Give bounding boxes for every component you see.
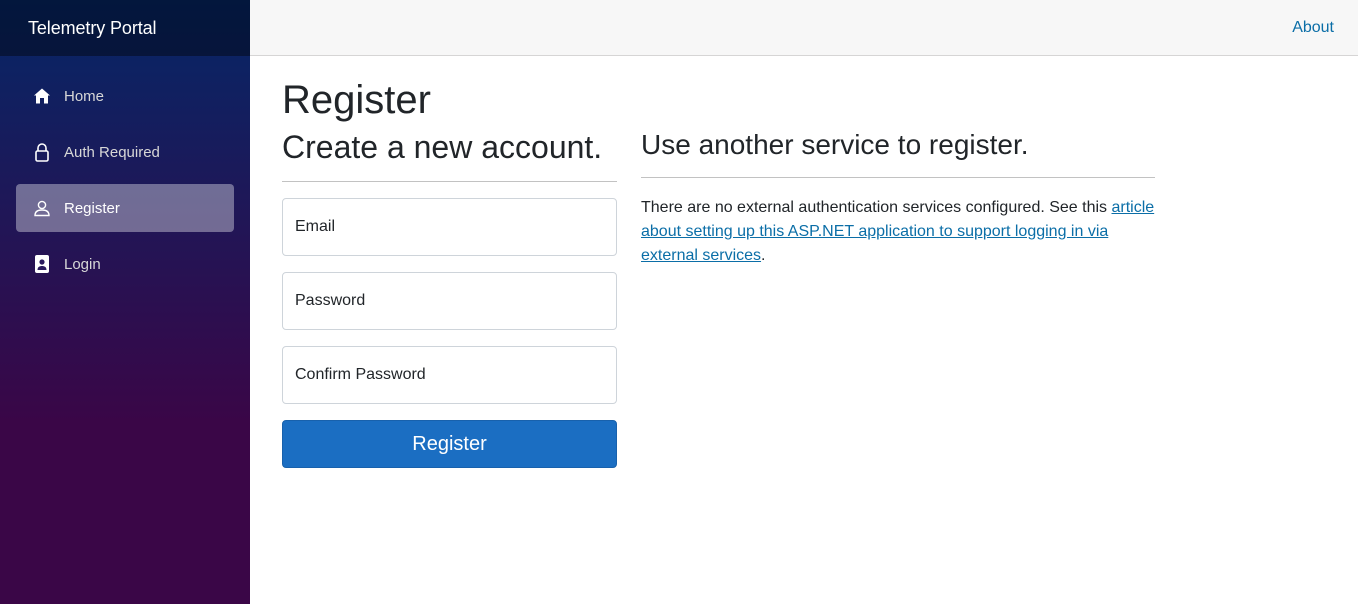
main-content: Register Create a new account. Email Pas… bbox=[282, 56, 1342, 604]
app-brand[interactable]: Telemetry Portal bbox=[28, 18, 157, 39]
confirm-password-label: Confirm Password bbox=[295, 366, 426, 384]
external-text-before: There are no external authentication ser… bbox=[641, 198, 1112, 216]
register-button[interactable]: Register bbox=[282, 420, 617, 469]
sidebar: Telemetry Portal Home Auth Required Regi… bbox=[0, 0, 250, 604]
confirm-password-field[interactable]: Confirm Password bbox=[282, 346, 617, 405]
sidebar-item-label: Home bbox=[64, 87, 105, 105]
password-label: Password bbox=[295, 292, 366, 310]
divider bbox=[641, 176, 1155, 178]
person-icon bbox=[32, 198, 52, 218]
create-account-heading: Create a new account. bbox=[282, 129, 603, 165]
sidebar-item-label: Login bbox=[64, 255, 101, 273]
sidebar-item-login[interactable]: Login bbox=[16, 240, 234, 288]
about-link[interactable]: About bbox=[1292, 19, 1334, 37]
external-auth-message: There are no external authentication ser… bbox=[641, 196, 1155, 268]
brand-bar: Telemetry Portal bbox=[0, 0, 250, 56]
sidebar-item-home[interactable]: Home bbox=[16, 72, 234, 120]
home-icon bbox=[32, 86, 52, 106]
badge-icon bbox=[32, 254, 52, 274]
register-form: Create a new account. Email Password Con… bbox=[282, 128, 617, 469]
sidebar-item-label: Register bbox=[64, 199, 120, 217]
sidebar-item-label: Auth Required bbox=[64, 143, 160, 161]
sidebar-item-register[interactable]: Register bbox=[16, 184, 234, 232]
external-login-section: Use another service to register. There a… bbox=[641, 128, 1155, 268]
external-text-after: . bbox=[761, 246, 766, 264]
password-field[interactable]: Password bbox=[282, 272, 617, 331]
email-label: Email bbox=[295, 218, 336, 236]
divider bbox=[282, 181, 617, 183]
page-title: Register bbox=[282, 78, 431, 122]
email-field[interactable]: Email bbox=[282, 198, 617, 257]
external-service-heading: Use another service to register. bbox=[641, 129, 1029, 160]
sidebar-item-auth-required[interactable]: Auth Required bbox=[16, 128, 234, 176]
lock-icon bbox=[32, 142, 52, 162]
top-bar: About bbox=[250, 0, 1358, 56]
sidebar-nav: Home Auth Required Register Login bbox=[0, 56, 250, 288]
